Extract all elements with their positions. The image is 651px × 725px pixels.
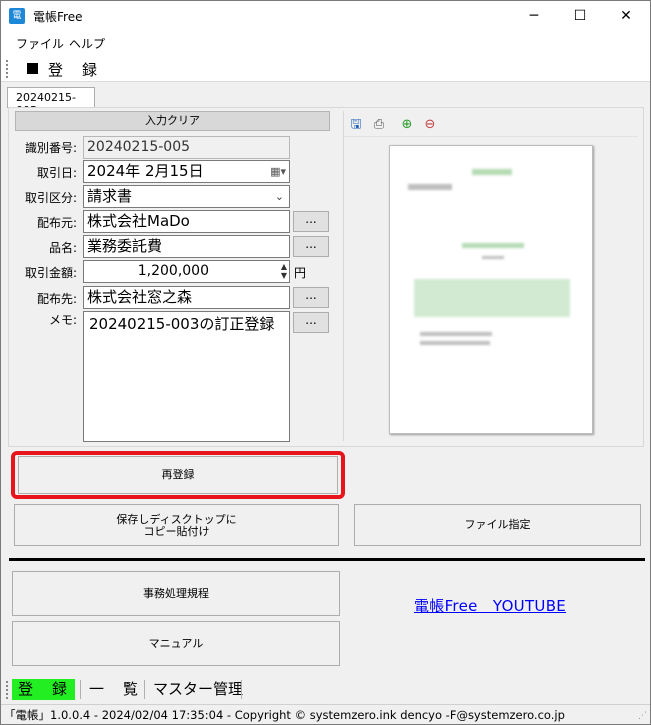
thumb-line1 xyxy=(420,332,492,336)
print-icon[interactable]: ⎙ xyxy=(371,117,387,133)
thumb-heading xyxy=(462,243,524,248)
manual-button[interactable]: マニュアル xyxy=(12,621,340,666)
memo-textarea[interactable]: 20240215-003の訂正登録 xyxy=(83,311,290,442)
bottom-separator-1 xyxy=(80,680,81,699)
file-select-button[interactable]: ファイル指定 xyxy=(354,504,641,546)
bottom-tab-master[interactable]: マスター管理 xyxy=(149,679,247,700)
bottom-toolbar: 登 録 一 覧 マスター管理 xyxy=(1,677,650,702)
preview-toolbar: 🖫 ⎙ ⊕ ⊖ xyxy=(344,113,638,137)
title-bar: 電 電帳Free ─ ☐ ✕ xyxy=(1,1,650,31)
stop-square-icon xyxy=(27,63,38,74)
thumb-recipient xyxy=(408,184,452,190)
thumb-title xyxy=(472,169,512,175)
window-title: 電帳Free xyxy=(33,10,83,24)
calendar-dropdown-icon[interactable]: ▦▾ xyxy=(270,161,286,182)
menu-file[interactable]: ファイル xyxy=(16,35,64,52)
chevron-down-icon: ⌄ xyxy=(274,190,284,203)
thumb-table xyxy=(414,279,570,317)
item-field[interactable]: 業務委託費 xyxy=(83,235,290,258)
amount-field[interactable]: 1,200,000 ▲ ▼ xyxy=(83,260,290,283)
save-copy-desktop-button[interactable]: 保存しディスクトップに コピー貼付け xyxy=(14,504,339,546)
highlight-annotation xyxy=(11,451,345,499)
toolbar-grip xyxy=(6,60,9,78)
register-toolbar-button[interactable]: 登 録 xyxy=(27,59,99,80)
item-label: 品名: xyxy=(48,241,77,255)
toolbar: 登 録 xyxy=(1,55,650,82)
type-label: 取引区分: xyxy=(24,191,77,205)
issuer-label: 配布元: xyxy=(36,216,77,230)
issuer-browse-button[interactable]: ... xyxy=(293,211,329,232)
id-label: 識別番号: xyxy=(24,141,77,155)
thumb-line2 xyxy=(420,341,490,345)
rules-button[interactable]: 事務処理規程 xyxy=(12,571,340,616)
register-toolbar-label: 登 録 xyxy=(48,61,100,79)
recipient-label: 配布先: xyxy=(36,292,77,306)
recipient-browse-button[interactable]: ... xyxy=(293,287,329,308)
memo-browse-button[interactable]: ... xyxy=(293,312,329,333)
date-picker[interactable]: 2024年 2月15日 ▦▾ xyxy=(83,160,290,183)
date-label: 取引日: xyxy=(36,166,77,180)
zoom-in-icon[interactable]: ⊕ xyxy=(399,117,415,133)
bottom-separator-2 xyxy=(144,680,145,699)
menu-bar: ファイル ヘルプ xyxy=(1,31,650,55)
save-copy-line2: コピー貼付け xyxy=(143,525,210,538)
type-select[interactable]: 請求書 ⌄ xyxy=(83,185,290,208)
app-logo-icon: 電 xyxy=(9,8,25,24)
zoom-out-icon[interactable]: ⊖ xyxy=(422,117,438,133)
minimize-button[interactable]: ─ xyxy=(511,1,557,31)
item-browse-button[interactable]: ... xyxy=(293,236,329,257)
thumb-subtext xyxy=(482,256,504,259)
menu-help[interactable]: ヘルプ xyxy=(69,35,105,52)
amount-label: 取引金額: xyxy=(24,266,77,280)
clear-input-button[interactable]: 入力クリア xyxy=(15,111,330,131)
bottom-tab-register[interactable]: 登 録 xyxy=(12,679,76,700)
bottom-separator-3 xyxy=(241,680,242,699)
amount-unit: 円 xyxy=(294,266,307,280)
issuer-field[interactable]: 株式会社MaDo xyxy=(83,210,290,233)
memo-label: メモ: xyxy=(48,313,77,327)
resize-grip-icon[interactable]: ⋰ xyxy=(638,711,647,721)
recipient-field[interactable]: 株式会社窓之森 xyxy=(83,286,290,309)
amount-spinner-icon[interactable]: ▲ ▼ xyxy=(281,262,287,280)
bottom-toolbar-grip xyxy=(6,681,9,699)
bottom-tab-list[interactable]: 一 覧 xyxy=(85,679,144,700)
date-value: 2024年 2月15日 xyxy=(87,162,204,180)
type-value: 請求書 xyxy=(87,187,133,205)
status-bar: 「電帳」1.0.0.4 - 2024/02/04 17:35:04 - Copy… xyxy=(1,704,650,724)
app-window: 電 電帳Free ─ ☐ ✕ ファイル ヘルプ 登 録 20240215-005… xyxy=(0,0,651,725)
section-divider xyxy=(9,558,645,561)
document-thumbnail xyxy=(389,145,593,434)
close-button[interactable]: ✕ xyxy=(603,1,649,31)
amount-value: 1,200,000 xyxy=(137,263,209,279)
id-field: 20240215-005 xyxy=(83,136,290,159)
status-text: 「電帳」1.0.0.4 - 2024/02/04 17:35:04 - Copy… xyxy=(4,708,565,722)
tab-document[interactable]: 20240215-005 xyxy=(7,87,95,117)
youtube-link[interactable]: 電帳Free YOUTUBE xyxy=(414,595,566,616)
maximize-button[interactable]: ☐ xyxy=(557,1,603,31)
save-icon[interactable]: 🖫 xyxy=(348,117,364,133)
